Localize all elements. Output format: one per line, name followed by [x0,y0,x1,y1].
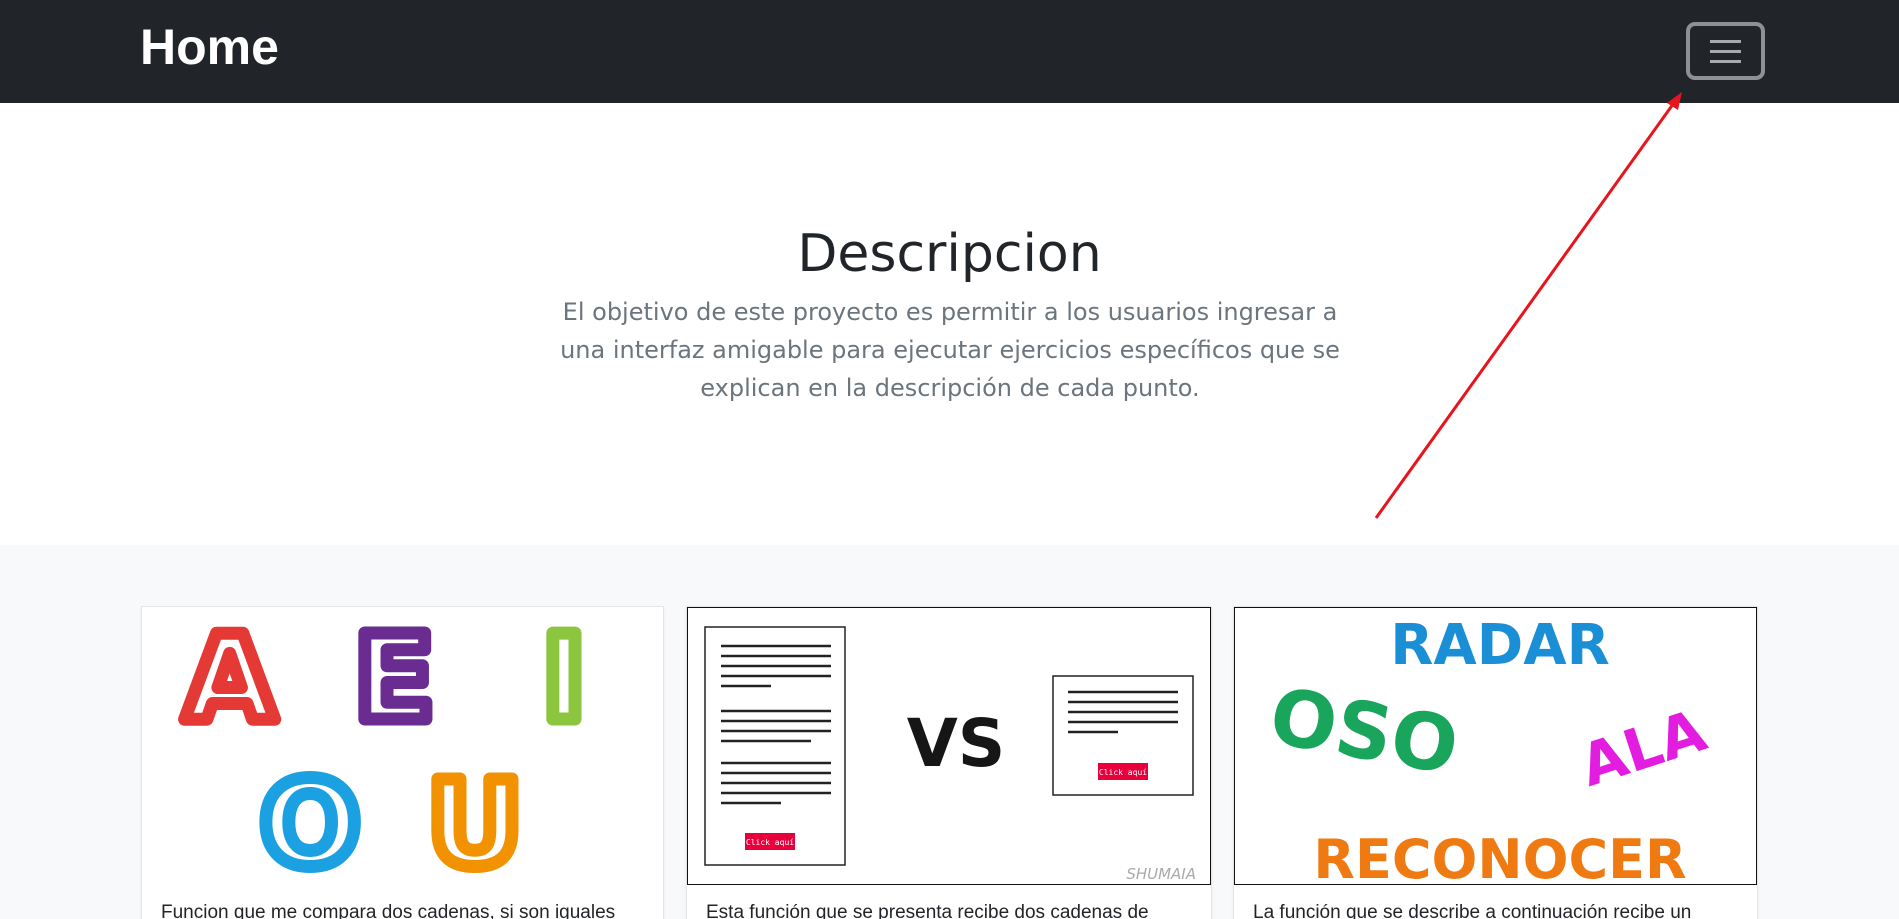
card-compare: ¡Click aquí! VS ¡Click aquí! SHUMAIA Est… [686,606,1212,919]
card-text: La función que se describe a continuació… [1253,902,1692,919]
brand-home-link[interactable]: Home [140,18,279,76]
svg-text:¡Click aquí!: ¡Click aquí! [1094,768,1152,777]
svg-text:RADAR: RADAR [1390,613,1609,678]
card-text: Funcion que me compara dos cadenas, si s… [161,902,616,919]
svg-text:ALA: ALA [1572,696,1714,800]
card-vowels: A E I O U Funcion que me compara dos cad… [141,606,664,919]
vowel-a: A [184,609,275,747]
navbar-toggler-button[interactable] [1686,22,1765,80]
palindromes-image: RADAR OSO ALA RECONOCER [1234,607,1757,885]
vowel-i: I [542,609,586,747]
svg-text:SHUMAIA: SHUMAIA [1126,865,1196,883]
vowel-o: O [260,755,360,885]
svg-text:VS: VS [907,705,1006,782]
card-palindromes: RADAR OSO ALA RECONOCER La función que s… [1233,606,1758,919]
description-lead: El objetivo de este proyecto es permitir… [560,298,1340,402]
annotation-arrow [1374,92,1682,519]
svg-text:RECONOCER: RECONOCER [1313,828,1686,885]
svg-text:¡Click aquí!: ¡Click aquí! [741,838,799,847]
compare-image: ¡Click aquí! VS ¡Click aquí! SHUMAIA [687,607,1211,885]
card-text: Esta función que se presenta recibe dos … [706,902,1149,919]
svg-text:OSO: OSO [1263,671,1465,792]
vowels-image: A E I O U [142,607,663,885]
vowel-u: U [427,755,523,885]
vowel-e: E [354,609,435,747]
